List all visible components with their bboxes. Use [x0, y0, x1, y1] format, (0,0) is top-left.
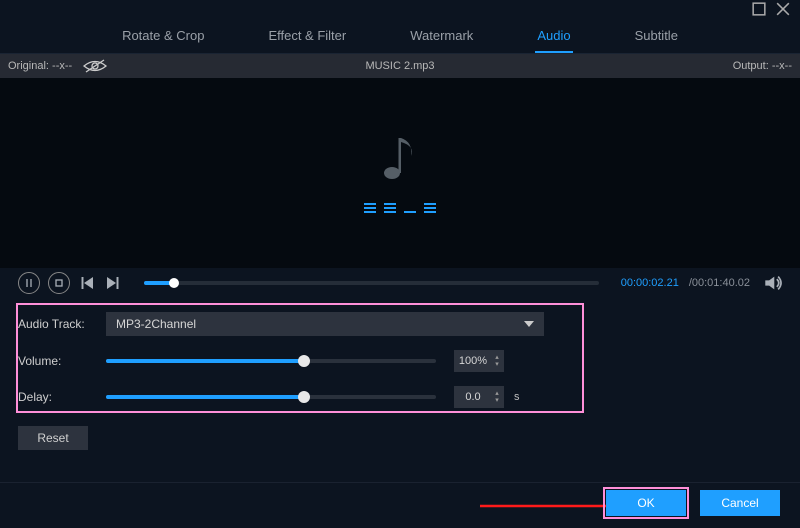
audio-track-label: Audio Track: — [18, 317, 96, 331]
original-label: Original: --x-- — [8, 60, 72, 72]
stop-button[interactable] — [48, 272, 70, 294]
tab-subtitle[interactable]: Subtitle — [633, 19, 680, 52]
output-label: Output: --x-- — [733, 60, 792, 72]
step-down-icon[interactable]: ▾ — [492, 398, 502, 404]
playback-controls: 00:00:02.21 /00:01:40.02 — [0, 268, 800, 298]
delay-label: Delay: — [18, 390, 96, 404]
cancel-button[interactable]: Cancel — [700, 490, 780, 516]
file-info-bar: Original: --x-- MUSIC 2.mp3 Output: --x-… — [0, 54, 800, 78]
volume-icon[interactable] — [764, 274, 782, 292]
footer: OK Cancel — [0, 482, 800, 522]
title-bar — [0, 0, 800, 18]
music-note-icon — [383, 134, 417, 183]
tab-audio[interactable]: Audio — [535, 19, 572, 52]
volume-stepper[interactable]: 100% ▴▾ — [454, 350, 504, 372]
preview-toggle-icon[interactable] — [82, 59, 108, 73]
audio-track-select[interactable]: MP3-2Channel — [106, 312, 544, 336]
preview-area — [0, 78, 800, 268]
prev-button[interactable] — [78, 274, 96, 292]
step-up-icon[interactable]: ▴ — [492, 391, 502, 397]
close-icon[interactable] — [776, 2, 790, 16]
chevron-down-icon — [524, 321, 534, 327]
volume-slider[interactable] — [106, 359, 436, 363]
next-button[interactable] — [104, 274, 122, 292]
maximize-icon[interactable] — [752, 2, 766, 16]
tab-bar: Rotate & Crop Effect & Filter Watermark … — [0, 18, 800, 54]
total-time: /00:01:40.02 — [689, 277, 750, 289]
delay-slider[interactable] — [106, 395, 436, 399]
reset-button[interactable]: Reset — [18, 426, 88, 450]
delay-stepper[interactable]: 0.0 ▴▾ — [454, 386, 504, 408]
equalizer-icon — [364, 195, 436, 213]
ok-button[interactable]: OK — [606, 490, 686, 516]
tab-rotate-crop[interactable]: Rotate & Crop — [120, 19, 206, 52]
current-time: 00:00:02.21 — [621, 277, 679, 289]
step-up-icon[interactable]: ▴ — [492, 355, 502, 361]
delay-unit: s — [514, 391, 520, 403]
audio-panel: Audio Track: MP3-2Channel Volume: 100% ▴… — [0, 298, 800, 458]
pause-button[interactable] — [18, 272, 40, 294]
volume-label: Volume: — [18, 354, 96, 368]
seek-slider[interactable] — [144, 281, 599, 285]
tab-watermark[interactable]: Watermark — [408, 19, 475, 52]
step-down-icon[interactable]: ▾ — [492, 362, 502, 368]
tab-effect-filter[interactable]: Effect & Filter — [266, 19, 348, 52]
filename: MUSIC 2.mp3 — [0, 60, 800, 72]
